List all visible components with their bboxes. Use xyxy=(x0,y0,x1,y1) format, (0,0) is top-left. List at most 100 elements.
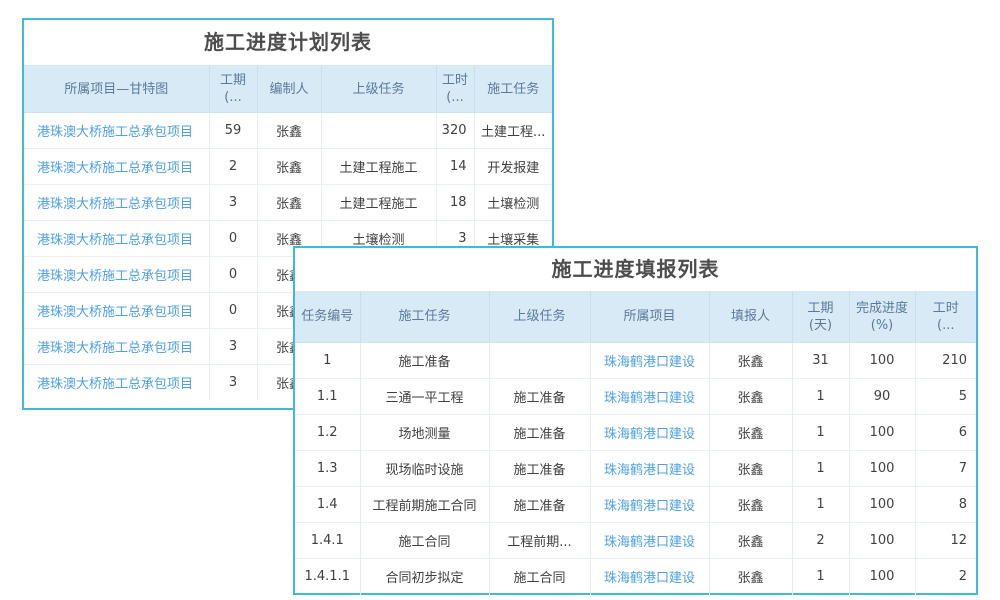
col-header-reporter: 填报人 xyxy=(709,291,792,343)
cell-parent-task: 土建工程施工 xyxy=(321,185,436,221)
cell-task-id: 1.3 xyxy=(295,451,360,487)
project-link[interactable]: 港珠澳大桥施工总承包项目 xyxy=(37,197,193,212)
table-row[interactable]: 1.2场地测量施工准备珠海鹤港口建设张鑫11006 xyxy=(295,415,976,451)
cell-project: 港珠澳大桥施工总承包项目 xyxy=(24,113,209,149)
cell-project: 港珠澳大桥施工总承包项目 xyxy=(24,365,209,401)
cell-project: 港珠澳大桥施工总承包项目 xyxy=(24,293,209,329)
project-link[interactable]: 珠海鹤港口建设 xyxy=(604,535,695,550)
table-row[interactable]: 1施工准备珠海鹤港口建设张鑫31100210 xyxy=(295,343,976,379)
cell-hours: 12 xyxy=(915,523,976,559)
cell-project: 港珠澳大桥施工总承包项目 xyxy=(24,149,209,185)
cell-task-id: 1.4.1 xyxy=(295,523,360,559)
project-link[interactable]: 港珠澳大桥施工总承包项目 xyxy=(37,233,193,248)
project-link[interactable]: 港珠澳大桥施工总承包项目 xyxy=(37,125,193,140)
cell-parent-task: 施工准备 xyxy=(489,379,590,415)
cell-duration: 59 xyxy=(209,113,257,149)
plan-table-title: 施工进度计划列表 xyxy=(24,20,552,66)
cell-progress-percent: 90 xyxy=(849,379,915,415)
cell-author: 张鑫 xyxy=(257,113,321,149)
cell-hours: 5 xyxy=(915,379,976,415)
col-header-progress-percent: 完成进度 (%) xyxy=(849,291,915,343)
cell-author: 张鑫 xyxy=(257,149,321,185)
table-row[interactable]: 港珠澳大桥施工总承包项目2张鑫土建工程施工14开发报建 xyxy=(24,149,552,185)
cell-task: 工程前期施工合同 xyxy=(360,487,489,523)
cell-hours: 7 xyxy=(915,451,976,487)
cell-task-id: 1.2 xyxy=(295,415,360,451)
project-link[interactable]: 珠海鹤港口建设 xyxy=(604,355,695,370)
cell-duration: 3 xyxy=(209,185,257,221)
plan-table-header-row: 所属项目—甘特图工期 (...编制人上级任务工时 (...施工任务 xyxy=(24,66,552,113)
cell-duration: 3 xyxy=(209,365,257,401)
cell-progress-percent: 100 xyxy=(849,523,915,559)
cell-hours: 14 xyxy=(436,149,474,185)
project-link[interactable]: 珠海鹤港口建设 xyxy=(604,427,695,442)
cell-project: 珠海鹤港口建设 xyxy=(590,379,709,415)
project-link[interactable]: 港珠澳大桥施工总承包项目 xyxy=(37,161,193,176)
cell-project: 珠海鹤港口建设 xyxy=(590,343,709,379)
cell-parent-task: 施工准备 xyxy=(489,487,590,523)
cell-duration: 0 xyxy=(209,221,257,257)
cell-duration-days: 1 xyxy=(792,379,849,415)
col-header-parent-task: 上级任务 xyxy=(489,291,590,343)
table-row[interactable]: 1.4.1施工合同工程前期...珠海鹤港口建设张鑫210012 xyxy=(295,523,976,559)
cell-progress-percent: 100 xyxy=(849,451,915,487)
cell-project: 港珠澳大桥施工总承包项目 xyxy=(24,329,209,365)
project-link[interactable]: 港珠澳大桥施工总承包项目 xyxy=(37,269,193,284)
report-table-card: 施工进度填报列表 任务编号施工任务上级任务所属项目填报人工期 (天)完成进度 (… xyxy=(293,246,978,595)
cell-task-id: 1 xyxy=(295,343,360,379)
project-link[interactable]: 珠海鹤港口建设 xyxy=(604,391,695,406)
project-link[interactable]: 港珠澳大桥施工总承包项目 xyxy=(37,305,193,320)
cell-parent-task xyxy=(489,343,590,379)
cell-reporter: 张鑫 xyxy=(709,415,792,451)
cell-hours: 6 xyxy=(915,415,976,451)
col-header-duration-days: 工期 (天) xyxy=(792,291,849,343)
report-table-header-row: 任务编号施工任务上级任务所属项目填报人工期 (天)完成进度 (%)工时 (... xyxy=(295,291,976,343)
table-row[interactable]: 港珠澳大桥施工总承包项目59张鑫320土建工程... xyxy=(24,113,552,149)
cell-reporter: 张鑫 xyxy=(709,379,792,415)
col-header-task: 施工任务 xyxy=(474,66,552,113)
table-row[interactable]: 1.4.1.1合同初步拟定施工合同珠海鹤港口建设张鑫11002 xyxy=(295,559,976,595)
col-header-hours: 工时 (... xyxy=(915,291,976,343)
table-row[interactable]: 港珠澳大桥施工总承包项目3张鑫土建工程施工18土壤检测 xyxy=(24,185,552,221)
cell-task: 现场临时设施 xyxy=(360,451,489,487)
project-link[interactable]: 珠海鹤港口建设 xyxy=(604,571,695,586)
project-link[interactable]: 珠海鹤港口建设 xyxy=(604,499,695,514)
cell-parent-task: 施工准备 xyxy=(489,451,590,487)
cell-task: 土壤检测 xyxy=(474,185,552,221)
cell-task: 合同初步拟定 xyxy=(360,559,489,595)
col-header-project: 所属项目—甘特图 xyxy=(24,66,209,113)
col-header-author: 编制人 xyxy=(257,66,321,113)
cell-duration-days: 1 xyxy=(792,451,849,487)
cell-task-id: 1.4.1.1 xyxy=(295,559,360,595)
cell-project: 珠海鹤港口建设 xyxy=(590,451,709,487)
cell-hours: 210 xyxy=(915,343,976,379)
project-link[interactable]: 港珠澳大桥施工总承包项目 xyxy=(37,341,193,356)
col-header-hours: 工时 (... xyxy=(436,66,474,113)
cell-progress-percent: 100 xyxy=(849,487,915,523)
cell-parent-task: 施工合同 xyxy=(489,559,590,595)
table-row[interactable]: 1.3现场临时设施施工准备珠海鹤港口建设张鑫11007 xyxy=(295,451,976,487)
cell-duration-days: 31 xyxy=(792,343,849,379)
report-table-title: 施工进度填报列表 xyxy=(295,248,976,291)
cell-project: 珠海鹤港口建设 xyxy=(590,559,709,595)
cell-duration-days: 1 xyxy=(792,487,849,523)
table-row[interactable]: 1.4工程前期施工合同施工准备珠海鹤港口建设张鑫11008 xyxy=(295,487,976,523)
report-table: 任务编号施工任务上级任务所属项目填报人工期 (天)完成进度 (%)工时 (...… xyxy=(295,291,976,595)
cell-hours: 8 xyxy=(915,487,976,523)
cell-hours: 320 xyxy=(436,113,474,149)
col-header-duration: 工期 (... xyxy=(209,66,257,113)
table-row[interactable]: 1.1三通一平工程施工准备珠海鹤港口建设张鑫1905 xyxy=(295,379,976,415)
cell-reporter: 张鑫 xyxy=(709,523,792,559)
col-header-task-id: 任务编号 xyxy=(295,291,360,343)
cell-duration: 0 xyxy=(209,257,257,293)
cell-duration-days: 1 xyxy=(792,559,849,595)
project-link[interactable]: 港珠澳大桥施工总承包项目 xyxy=(37,377,193,392)
cell-project: 港珠澳大桥施工总承包项目 xyxy=(24,221,209,257)
cell-duration: 0 xyxy=(209,293,257,329)
cell-duration-days: 1 xyxy=(792,415,849,451)
cell-hours: 18 xyxy=(436,185,474,221)
project-link[interactable]: 珠海鹤港口建设 xyxy=(604,463,695,478)
cell-duration-days: 2 xyxy=(792,523,849,559)
col-header-project: 所属项目 xyxy=(590,291,709,343)
cell-task: 施工准备 xyxy=(360,343,489,379)
